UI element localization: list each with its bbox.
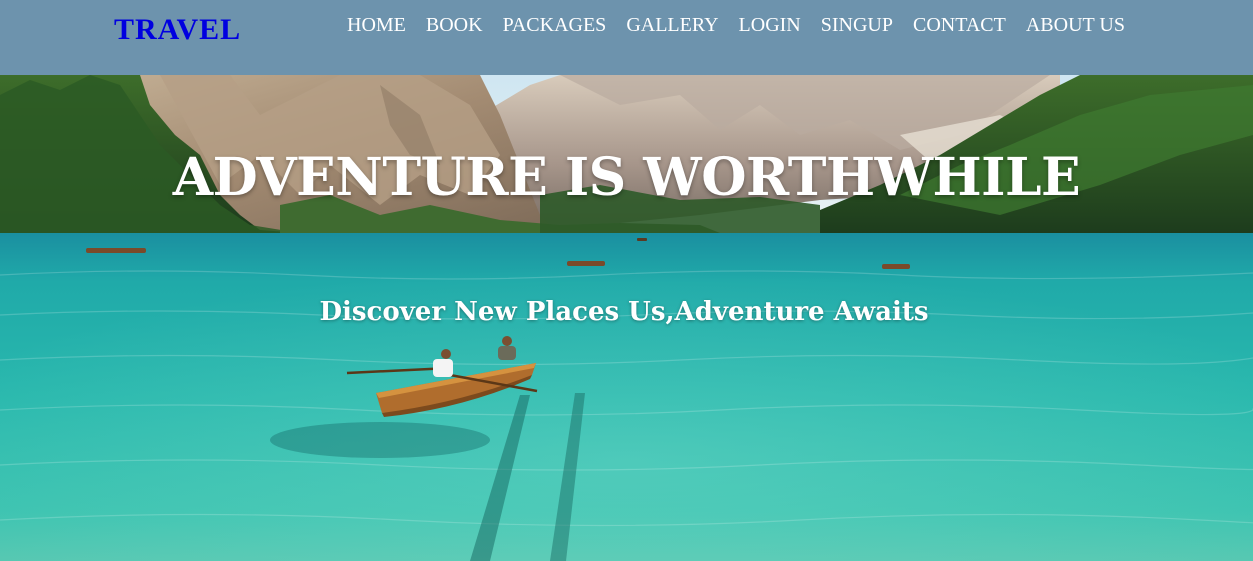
site-logo[interactable]: TRAVEL — [114, 13, 241, 47]
nav-login-link[interactable]: LOGIN — [729, 13, 811, 37]
nav-about-link[interactable]: ABOUT US — [1016, 13, 1135, 37]
nav-signup-link[interactable]: SINGUP — [811, 13, 903, 37]
site-header: TRAVEL HOME BOOK PACKAGES GALLERY LOGIN … — [0, 0, 1253, 75]
nav-gallery-link[interactable]: GALLERY — [616, 13, 728, 37]
page: TRAVEL HOME BOOK PACKAGES GALLERY LOGIN … — [0, 0, 1253, 561]
hero-section: ADVENTURE IS WORTHWHILE Discover New Pla… — [0, 75, 1253, 561]
main-nav: HOME BOOK PACKAGES GALLERY LOGIN SINGUP … — [337, 13, 1135, 37]
nav-packages-link[interactable]: PACKAGES — [493, 13, 617, 37]
nav-home-link[interactable]: HOME — [337, 13, 416, 37]
nav-book-link[interactable]: BOOK — [416, 13, 493, 37]
nav-contact-link[interactable]: CONTACT — [903, 13, 1016, 37]
hero-subheadline: Discover New Places Us,Adventure Awaits — [319, 297, 929, 327]
hero-headline: ADVENTURE IS WORTHWHILE — [172, 147, 1081, 208]
